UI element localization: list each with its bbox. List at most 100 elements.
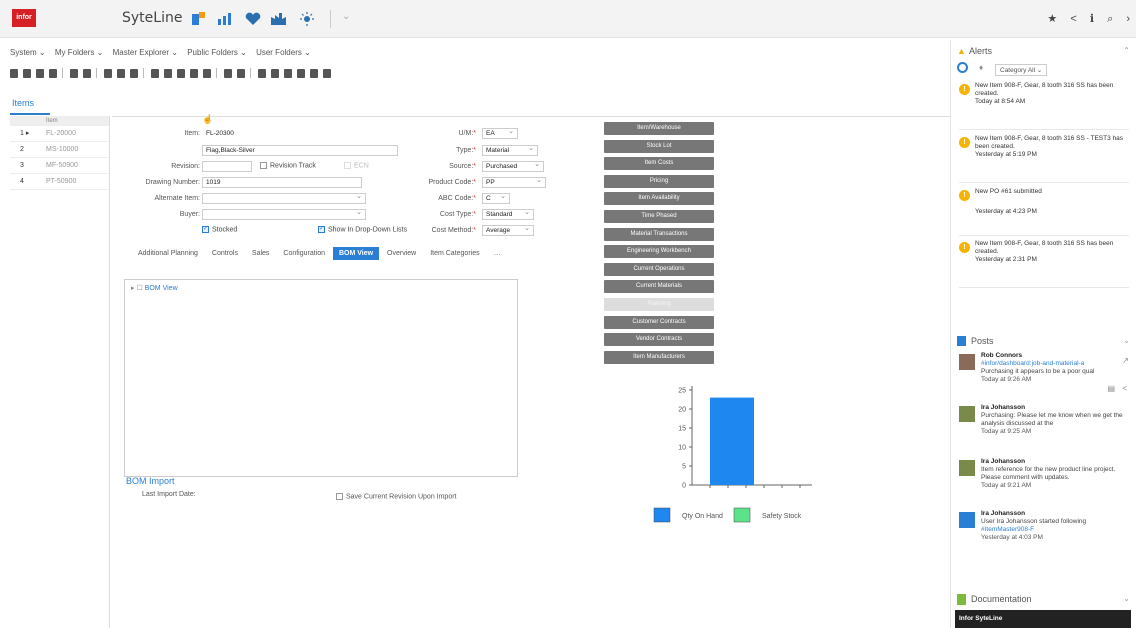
current-materials-button[interactable]: Current Materials [604, 280, 714, 294]
drawing-number-field[interactable]: 1019 [202, 177, 362, 188]
pricing-button[interactable]: Pricing [604, 174, 714, 188]
post-item[interactable]: Ira Johansson Purchasing: Please let me k… [959, 404, 1129, 450]
stock-lot-button[interactable]: Stock Lot [604, 139, 714, 153]
pin-icon[interactable]: ♦ [979, 63, 983, 72]
copy-icon[interactable] [23, 68, 31, 78]
tab-configuration[interactable]: Configuration [277, 247, 331, 260]
save-current-revision-checkbox[interactable]: Save Current Revision Upon Import [336, 493, 457, 500]
tab-item-categories[interactable]: Item Categories [424, 247, 485, 260]
next-record-icon[interactable] [176, 68, 185, 78]
source-select[interactable]: Purchased [482, 160, 544, 172]
post-item[interactable]: Ira Johansson User Ira Johansson started … [959, 510, 1129, 560]
save-icon[interactable] [223, 68, 232, 78]
time-phased-button[interactable]: Time Phased [604, 209, 714, 223]
factory-icon[interactable] [270, 11, 288, 27]
last-record-icon[interactable] [189, 68, 198, 78]
item-warehouse-button[interactable]: Item/Warehouse [604, 122, 714, 135]
menu-system[interactable]: System ⌄ [10, 48, 46, 57]
close-icon[interactable]: › [1126, 13, 1130, 25]
tab-sales[interactable]: Sales [246, 247, 276, 260]
expand-icon[interactable]: ▸ ☐ [131, 285, 145, 292]
type-select[interactable]: Material [482, 144, 538, 156]
list-item[interactable]: 2 MS-10000 [10, 142, 109, 158]
material-transactions-button[interactable]: Material Transactions [604, 227, 714, 241]
post-link[interactable]: #ItemMaster908-F [981, 526, 1131, 534]
settings-icon[interactable] [322, 68, 331, 78]
notes-icon[interactable] [309, 68, 318, 78]
filter-icon[interactable] [129, 68, 138, 78]
post-item[interactable]: Ira Johansson Item reference for the new … [959, 458, 1129, 504]
info-icon[interactable]: ℹ [1090, 13, 1094, 25]
duplicate-icon[interactable] [49, 68, 57, 78]
attach-icon[interactable] [296, 68, 305, 78]
share-icon[interactable]: < [1070, 13, 1076, 25]
heart-icon[interactable] [244, 11, 262, 27]
list-item[interactable]: 1 ▸ FL-20000 [10, 126, 109, 142]
paste-icon[interactable] [36, 68, 44, 78]
item-field[interactable]: FL-20300 [202, 128, 302, 139]
revision-track-checkbox[interactable]: Revision Track [260, 162, 316, 169]
tab-overview[interactable]: Overview [381, 247, 422, 260]
ecn-checkbox[interactable]: ECN [344, 162, 369, 169]
refresh-icon[interactable] [103, 68, 112, 78]
category-filter-select[interactable]: Category All ⌄ [995, 64, 1048, 76]
alert-item[interactable]: ! New Item 908-F, Gear, 8 tooth 316 SS - … [959, 135, 1129, 183]
idea-icon[interactable] [298, 11, 316, 27]
engineering-workbench-button[interactable]: Engineering Workbench [604, 245, 714, 259]
item-manufacturers-button[interactable]: Item Manufacturers [604, 350, 714, 364]
search-icon[interactable]: ⌕ [1107, 13, 1113, 25]
infor-logo[interactable]: infor [12, 9, 36, 27]
print-icon[interactable] [283, 68, 292, 78]
add-icon[interactable] [69, 68, 78, 78]
abc-code-select[interactable]: C [482, 192, 510, 204]
prev-record-icon[interactable] [163, 68, 172, 78]
documentation-banner[interactable]: Infor SyteLine [955, 610, 1131, 628]
customer-contracts-button[interactable]: Customer Contracts [604, 315, 714, 329]
new-icon[interactable] [10, 68, 18, 78]
alternate-item-select[interactable] [202, 192, 366, 204]
report-icon[interactable] [270, 68, 279, 78]
tab-controls[interactable]: Controls [206, 247, 244, 260]
share-icon[interactable]: < [1122, 384, 1127, 393]
show-dropdown-checkbox[interactable]: ✓ Show In Drop-Down Lists [318, 226, 407, 233]
tab-items[interactable]: Items [12, 98, 34, 108]
first-record-icon[interactable] [150, 68, 159, 78]
chart-app-icon[interactable] [216, 11, 234, 27]
item-availability-button[interactable]: Item Availability [604, 192, 714, 206]
tab-more[interactable]: … [488, 247, 507, 260]
list-item[interactable]: 4 PT-50900 [10, 174, 109, 190]
external-link-icon[interactable]: ↗ [1122, 356, 1129, 365]
delete-icon[interactable] [82, 68, 91, 78]
edit-icon[interactable] [116, 68, 125, 78]
um-select[interactable]: EA [482, 127, 518, 139]
menu-master-explorer[interactable]: Master Explorer ⌄ [113, 48, 178, 57]
menu-public-folders[interactable]: Public Folders ⌄ [187, 48, 247, 57]
comment-icon[interactable]: ▤ [1107, 384, 1115, 393]
collapse-posts-icon[interactable]: ⌄ [1123, 336, 1130, 345]
find-icon[interactable] [257, 68, 266, 78]
vendor-contracts-button[interactable]: Vendor Contracts [604, 333, 714, 347]
current-operations-button[interactable]: Current Operations [604, 262, 714, 276]
document-icon[interactable] [236, 68, 245, 78]
item-description-field[interactable]: Flag,Black-Silver [202, 145, 398, 156]
alert-item[interactable]: ! New Item 908-F, Gear, 8 tooth 316 SS ha… [959, 82, 1129, 130]
refresh-alerts-icon[interactable] [957, 62, 968, 73]
alert-item[interactable]: ! New Item 908-F, Gear, 8 tooth 316 SS ha… [959, 240, 1129, 288]
chevron-down-icon[interactable]: ⌄ [342, 11, 350, 22]
planning-button[interactable]: Planning [604, 297, 714, 311]
revision-field[interactable] [202, 161, 252, 172]
alert-item[interactable]: ! New PO #61 submitted Yesterday at 4:23 P… [959, 188, 1129, 236]
collapse-docs-icon[interactable]: ⌄ [1123, 594, 1130, 603]
post-item[interactable]: Rob Connors #infor/dashboard:job-and-mate… [959, 352, 1129, 398]
cost-method-select[interactable]: Average [482, 224, 534, 236]
menu-my-folders[interactable]: My Folders ⌄ [55, 48, 104, 57]
tab-additional-planning[interactable]: Additional Planning [132, 247, 204, 260]
item-costs-button[interactable]: Item Costs [604, 157, 714, 171]
cost-type-select[interactable]: Standard [482, 208, 534, 220]
list-icon[interactable] [202, 68, 211, 78]
list-item[interactable]: 3 MF-50900 [10, 158, 109, 174]
collapse-icon[interactable]: ⌃ [1123, 46, 1130, 55]
stocked-checkbox[interactable]: ✓ Stocked [202, 226, 237, 233]
star-icon[interactable]: ★ [1047, 13, 1057, 25]
app-icon-1[interactable] [190, 11, 208, 27]
